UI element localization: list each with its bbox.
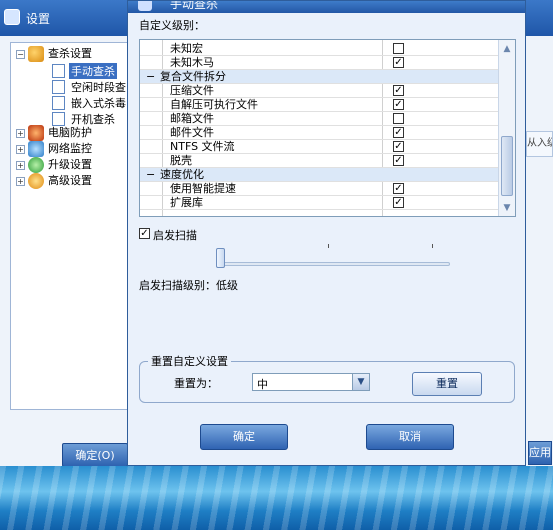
custom-level-label: 自定义级别： bbox=[139, 19, 205, 32]
tree-label: 电脑防护 bbox=[48, 126, 92, 139]
tree-label: 查杀设置 bbox=[48, 47, 92, 60]
heuristic-scan-label: 启发扫描 bbox=[153, 229, 197, 242]
heuristic-level-text: 启发扫描级别：低级 bbox=[139, 279, 238, 292]
tree-label: 网络监控 bbox=[48, 142, 92, 155]
option-checkbox[interactable]: ✓ bbox=[393, 197, 404, 208]
collapse-icon[interactable]: − bbox=[146, 70, 155, 84]
tree-label: 升级设置 bbox=[48, 158, 92, 171]
collapse-icon[interactable]: − bbox=[146, 168, 155, 182]
settings-tree: − 查杀设置 手动查杀 空闲时段查 嵌入式杀毒 开机查杀 + 电脑防护 + 网络… bbox=[10, 42, 128, 410]
tree-subitem-manual-scan[interactable]: 手动查杀 bbox=[69, 63, 117, 79]
parent-window-title: 设置 bbox=[26, 12, 51, 26]
option-row-ntfs-stream[interactable]: NTFS 文件流 ✓ bbox=[140, 140, 498, 154]
globe-icon bbox=[28, 141, 44, 157]
group-row-speed-optimization[interactable]: − 速度优化 bbox=[140, 168, 498, 182]
group-row-compound-file[interactable]: − 复合文件拆分 bbox=[140, 70, 498, 84]
cancel-button[interactable]: 取消 bbox=[366, 424, 454, 450]
option-checkbox[interactable]: ✓ bbox=[393, 127, 404, 138]
option-checkbox[interactable]: ✓ bbox=[393, 155, 404, 166]
option-label: NTFS 文件流 bbox=[170, 140, 235, 153]
option-row-unknown-trojan[interactable]: 未知木马 ✓ bbox=[140, 56, 498, 70]
tree-subitem-idle-scan[interactable]: 空闲时段查 bbox=[71, 79, 126, 95]
option-label: 自解压可执行文件 bbox=[170, 98, 258, 111]
dialog-titlebar: 手动查杀 bbox=[128, 1, 525, 13]
option-label: 使用智能提速 bbox=[170, 182, 236, 195]
tree-label: 高级设置 bbox=[48, 174, 92, 187]
magnifier-icon bbox=[28, 46, 44, 62]
scrollbar-thumb[interactable] bbox=[501, 136, 513, 196]
option-checkbox[interactable]: ✓ bbox=[393, 183, 404, 194]
parent-right-strip: 从入级别 应用 bbox=[526, 36, 553, 466]
option-label: 扩展库 bbox=[170, 196, 203, 209]
option-label: 未知木马 bbox=[170, 56, 214, 69]
document-icon bbox=[52, 96, 65, 110]
collapse-icon[interactable]: − bbox=[16, 50, 25, 59]
option-label: 未知宏 bbox=[170, 42, 203, 55]
group-label: 速度优化 bbox=[160, 168, 204, 181]
option-checkbox[interactable] bbox=[393, 43, 404, 54]
parent-ok-button[interactable]: 确定(O) bbox=[62, 443, 128, 467]
scroll-down-arrow-icon[interactable]: ▼ bbox=[501, 202, 513, 214]
option-row-mailbox[interactable]: 邮箱文件 bbox=[140, 112, 498, 126]
option-row-sfx-exe[interactable]: 自解压可执行文件 ✓ bbox=[140, 98, 498, 112]
slider-tick bbox=[432, 244, 433, 248]
reset-custom-settings-group: 重置自定义设置 重置为： 中 ▼ 重置 bbox=[139, 353, 515, 403]
reset-button[interactable]: 重置 bbox=[412, 372, 482, 396]
parent-apply-button[interactable]: 应用 bbox=[528, 441, 552, 465]
group-label: 复合文件拆分 bbox=[160, 70, 226, 83]
slider-tick bbox=[328, 244, 329, 248]
option-row-smart-speedup[interactable]: 使用智能提速 ✓ bbox=[140, 182, 498, 196]
option-label: 脱壳 bbox=[170, 154, 192, 167]
document-icon bbox=[52, 64, 65, 78]
option-row-unpack[interactable]: 脱壳 ✓ bbox=[140, 154, 498, 168]
document-icon bbox=[52, 80, 65, 94]
option-label: 邮件文件 bbox=[170, 126, 214, 139]
option-checkbox[interactable]: ✓ bbox=[393, 141, 404, 152]
app-shield-icon bbox=[4, 9, 20, 25]
heuristic-scan-checkbox[interactable]: ✓ bbox=[139, 228, 150, 239]
option-row-mail-file[interactable]: 邮件文件 ✓ bbox=[140, 126, 498, 140]
parent-import-level-button[interactable]: 从入级别 bbox=[526, 131, 553, 157]
option-checkbox[interactable]: ✓ bbox=[393, 99, 404, 110]
scroll-up-arrow-icon[interactable]: ▲ bbox=[501, 43, 513, 55]
reset-group-title: 重置自定义设置 bbox=[148, 353, 231, 369]
list-scrollbar[interactable]: ▲ ▼ bbox=[498, 40, 515, 216]
expand-icon[interactable]: + bbox=[16, 161, 25, 170]
dialog-title: 手动查杀 bbox=[170, 1, 219, 11]
ok-button[interactable]: 确定 bbox=[200, 424, 288, 450]
tree-subitem-embedded-av[interactable]: 嵌入式杀毒 bbox=[71, 95, 126, 111]
desktop-ocean-background bbox=[0, 466, 553, 530]
option-row-unknown-macro[interactable]: 未知宏 bbox=[140, 42, 498, 56]
manual-scan-dialog: 手动查杀 自定义级别： 未知宏 未知木马 ✓ − 复合文件拆分 压缩文件 ✓ 自… bbox=[127, 0, 526, 466]
reset-level-select[interactable]: 中 ▼ bbox=[252, 373, 370, 391]
gear-icon bbox=[28, 173, 44, 189]
option-checkbox[interactable]: ✓ bbox=[393, 85, 404, 96]
expand-icon[interactable]: + bbox=[16, 129, 25, 138]
shield-icon bbox=[28, 125, 44, 141]
option-label: 邮箱文件 bbox=[170, 112, 214, 125]
expand-icon[interactable]: + bbox=[16, 177, 25, 186]
app-shield-icon bbox=[138, 1, 152, 11]
scan-options-list: 未知宏 未知木马 ✓ − 复合文件拆分 压缩文件 ✓ 自解压可执行文件 ✓ 邮箱… bbox=[139, 39, 516, 217]
reset-level-value: 中 bbox=[257, 378, 268, 391]
expand-icon[interactable]: + bbox=[16, 145, 25, 154]
slider-thumb[interactable] bbox=[216, 248, 225, 268]
heuristic-level-slider[interactable] bbox=[212, 244, 458, 270]
chevron-down-icon[interactable]: ▼ bbox=[352, 374, 369, 390]
option-row-archive[interactable]: 压缩文件 ✓ bbox=[140, 84, 498, 98]
option-label: 压缩文件 bbox=[170, 84, 214, 97]
slider-track[interactable] bbox=[220, 262, 450, 266]
option-row-extension-lib[interactable]: 扩展库 ✓ bbox=[140, 196, 498, 210]
update-icon bbox=[28, 157, 44, 173]
document-icon bbox=[52, 112, 65, 126]
reset-to-label: 重置为： bbox=[174, 377, 218, 390]
option-checkbox[interactable] bbox=[393, 113, 404, 124]
option-checkbox[interactable]: ✓ bbox=[393, 57, 404, 68]
